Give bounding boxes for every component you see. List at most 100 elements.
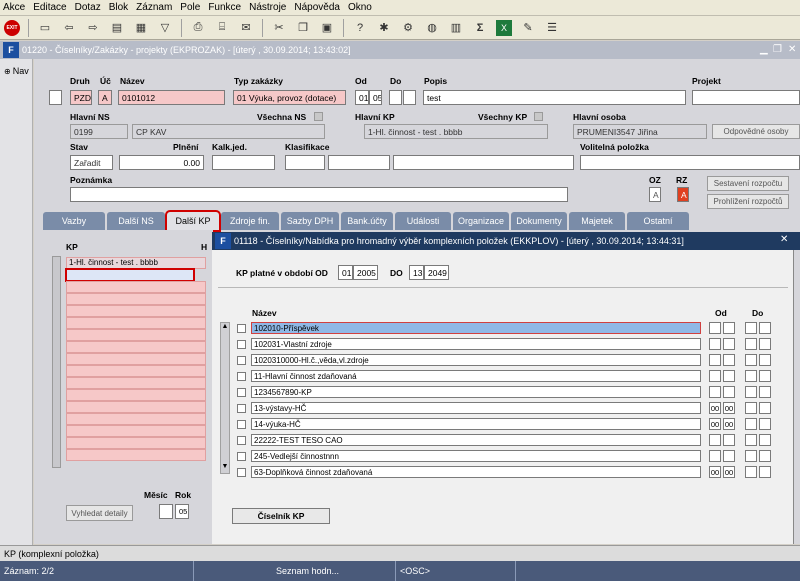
row-checkbox[interactable] — [237, 436, 246, 445]
sestaveni-rozpoctu-button[interactable]: Sestavení rozpočtu — [707, 176, 789, 191]
filter-icon[interactable]: ▽ — [157, 20, 173, 36]
rz-field[interactable]: A — [677, 187, 689, 202]
menu-item-9[interactable]: Okno — [348, 2, 372, 13]
settings-icon[interactable]: ✱ — [376, 20, 392, 36]
kp-list-item[interactable] — [66, 449, 206, 461]
od-year-cell[interactable]: 00 — [723, 418, 735, 430]
popis-field[interactable]: test — [423, 90, 686, 105]
sum-icon[interactable]: Σ — [472, 20, 488, 36]
kp-list-item[interactable] — [66, 293, 206, 305]
scroll-down-icon[interactable]: ▼ — [221, 463, 229, 473]
kp-list-item[interactable] — [66, 377, 206, 389]
close-icon[interactable]: ✕ — [788, 44, 796, 55]
plneni-field[interactable]: 0.00 — [119, 155, 204, 170]
vsechna-ns-checkbox[interactable] — [314, 112, 323, 121]
menu-item-8[interactable]: Nápověda — [294, 2, 340, 13]
od-year-cell[interactable]: 00 — [723, 402, 735, 414]
row-checkbox[interactable] — [237, 372, 246, 381]
row-checkbox[interactable] — [237, 388, 246, 397]
druh-field[interactable]: PZD — [70, 90, 92, 105]
tools-icon[interactable]: ⚙ — [400, 20, 416, 36]
menu-item-3[interactable]: Blok — [109, 2, 128, 13]
do-month-cell[interactable] — [745, 434, 757, 446]
do-year-cell[interactable] — [759, 418, 771, 430]
row-checkbox[interactable] — [237, 356, 246, 365]
od-month-cell[interactable] — [709, 450, 721, 462]
od-year-cell[interactable] — [723, 386, 735, 398]
do-month-cell[interactable] — [745, 338, 757, 350]
rok-field[interactable]: 05 — [175, 504, 189, 519]
od-year-cell[interactable] — [723, 434, 735, 446]
od-month-cell[interactable] — [709, 386, 721, 398]
od-month-cell[interactable]: 00 — [709, 402, 721, 414]
tab-zdroje-fin[interactable]: Zdroje fin. — [221, 212, 279, 230]
scroll-up-icon[interactable]: ▲ — [221, 323, 229, 333]
result-row-name[interactable]: 13-výstavy-HČ — [251, 402, 701, 414]
kp-list-item[interactable] — [66, 437, 206, 449]
row-checkbox[interactable] — [237, 340, 246, 349]
menu-item-6[interactable]: Funkce — [208, 2, 241, 13]
od-month-cell[interactable] — [709, 322, 721, 334]
kp-list-item[interactable] — [66, 329, 206, 341]
result-row-name[interactable]: 102031-Vlastní zdroje — [251, 338, 701, 350]
tab-dalsi-ns[interactable]: Další NS — [107, 212, 165, 230]
tab-udalosti[interactable]: Události — [395, 212, 451, 230]
prohlizeni-rozpoctu-button[interactable]: Prohlížení rozpočtů — [707, 194, 789, 209]
tab-ostatni[interactable]: Ostatní — [627, 212, 689, 230]
row-checkbox[interactable] — [237, 452, 246, 461]
vsechny-kp-checkbox[interactable] — [534, 112, 543, 121]
kp-list-item[interactable] — [66, 353, 206, 365]
row-checkbox[interactable] — [237, 420, 246, 429]
excel-icon[interactable]: X — [496, 19, 512, 36]
enter-query-icon[interactable]: ▤ — [109, 20, 125, 36]
mesic-field[interactable] — [159, 504, 173, 519]
klasifikace-field-2[interactable] — [328, 155, 390, 170]
do-month-cell[interactable] — [745, 370, 757, 382]
period-do-year-field[interactable]: 2049 — [424, 265, 449, 280]
minimize-icon[interactable]: ▁ — [760, 44, 768, 55]
execute-query-icon[interactable]: ▦ — [133, 20, 149, 36]
do-month-cell[interactable] — [745, 402, 757, 414]
volitelna-polozka-field[interactable] — [580, 155, 800, 170]
do-year-cell[interactable] — [759, 450, 771, 462]
dialog-close-icon[interactable]: ✕ — [780, 234, 788, 245]
od-year-cell[interactable] — [723, 322, 735, 334]
result-row-name[interactable]: 245-Vedlejší činnostnnn — [251, 450, 701, 462]
do-year-field[interactable] — [403, 90, 416, 105]
nav-label[interactable]: Nav — [13, 66, 29, 76]
mail-icon[interactable]: ✉ — [238, 20, 254, 36]
ciselnik-kp-button[interactable]: Číselník KP — [232, 508, 330, 524]
kp-scrollbar[interactable] — [52, 256, 61, 468]
result-row-name[interactable]: 63-Doplňková činnost zdaňovaná — [251, 466, 701, 478]
kp-list-item[interactable] — [66, 389, 206, 401]
odpovedne-osoby-button[interactable]: Odpovědné osoby — [712, 124, 800, 139]
hlavni-kp-field[interactable]: 1-Hl. činnost - test . bbbb — [364, 124, 548, 139]
kp-list-item[interactable] — [66, 341, 206, 353]
cut-icon[interactable]: ✂ — [271, 20, 287, 36]
do-month-field[interactable] — [389, 90, 402, 105]
row-checkbox[interactable] — [237, 324, 246, 333]
kp-list-item[interactable] — [66, 413, 206, 425]
do-year-cell[interactable] — [759, 354, 771, 366]
print-icon[interactable]: ⎙ — [190, 20, 206, 36]
do-year-cell[interactable] — [759, 386, 771, 398]
result-row-name[interactable]: 14-výuka-HČ — [251, 418, 701, 430]
od-month-cell[interactable] — [709, 338, 721, 350]
od-month-cell[interactable] — [709, 434, 721, 446]
tab-dalsi-kp[interactable]: Další KP — [165, 210, 221, 232]
do-month-cell[interactable] — [745, 386, 757, 398]
browser-icon[interactable]: ◍ — [424, 20, 440, 36]
maximize-icon[interactable]: ❐ — [773, 44, 782, 55]
result-row-name[interactable]: 11-Hlavní činnost zdaňovaná — [251, 370, 701, 382]
od-year-cell[interactable] — [723, 450, 735, 462]
tab-organizace[interactable]: Organizace — [453, 212, 509, 230]
vyhledat-detaily-button[interactable]: Vyhledat detaily — [66, 505, 133, 521]
do-month-cell[interactable] — [745, 466, 757, 478]
tab-majetek[interactable]: Majetek — [569, 212, 625, 230]
do-month-cell[interactable] — [745, 418, 757, 430]
kp-list-item[interactable] — [66, 365, 206, 377]
od-year-cell[interactable] — [723, 338, 735, 350]
typ-zakazky-field[interactable]: 01 Výuka, provoz (dotace) — [233, 90, 346, 105]
od-year-cell[interactable] — [723, 354, 735, 366]
do-year-cell[interactable] — [759, 338, 771, 350]
